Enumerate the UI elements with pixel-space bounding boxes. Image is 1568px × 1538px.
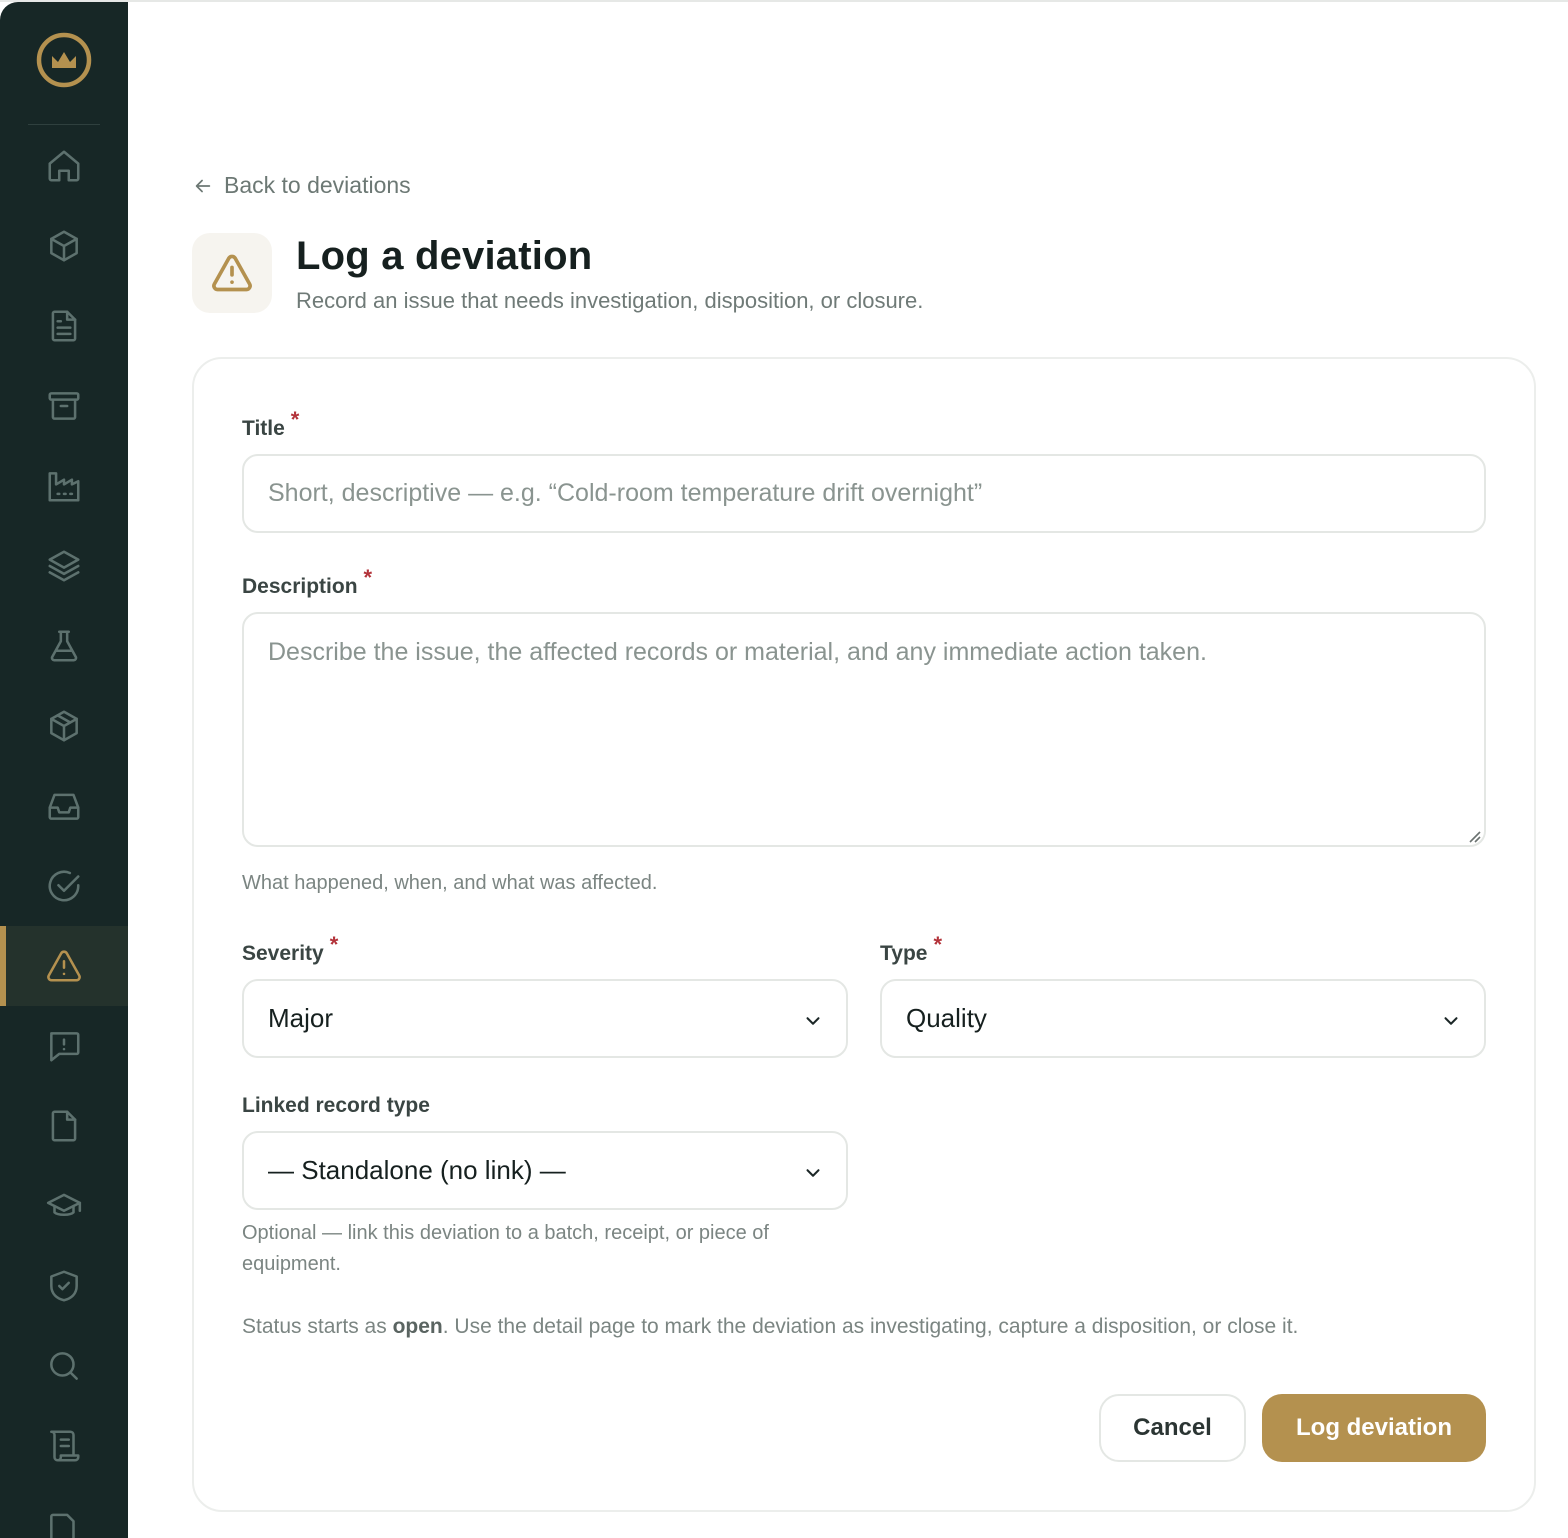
status-note: Status starts as open. Use the detail pa… [242, 1315, 1298, 1339]
status-note-prefix: Status starts as [242, 1315, 393, 1338]
inbox-icon [48, 793, 80, 820]
sidebar-item-home[interactable] [0, 126, 128, 206]
sidebar-item-archive[interactable] [0, 366, 128, 446]
sidebar-divider [28, 124, 100, 125]
sidebar-item-documents[interactable] [0, 286, 128, 366]
cancel-button[interactable]: Cancel [1099, 1394, 1246, 1462]
severity-label: Severity * [242, 932, 338, 966]
required-marker: * [363, 565, 373, 590]
title-input[interactable] [242, 454, 1486, 533]
type-selected-value: Quality [906, 1003, 987, 1033]
sidebar-item-search[interactable] [0, 1326, 128, 1406]
sidebar-item-lab[interactable] [0, 606, 128, 686]
crown-logo-icon[interactable] [36, 32, 92, 88]
layers-icon [48, 550, 80, 582]
sidebar-item-deviations[interactable] [0, 926, 128, 1006]
sidebar-item-manufacturing[interactable] [0, 446, 128, 526]
sidebar-item-approvals[interactable] [0, 846, 128, 926]
sidebar-item-layers[interactable] [0, 526, 128, 606]
back-link-label: Back to deviations [224, 172, 411, 198]
required-marker: * [290, 407, 300, 432]
chevron-down-icon [1440, 1008, 1462, 1030]
linked-record-selected-value: — Standalone (no link) — [268, 1155, 566, 1185]
linked-record-type-label: Linked record type [242, 1094, 430, 1117]
shield-check-icon [50, 1270, 78, 1302]
box-icon [50, 230, 78, 262]
status-note-suffix: . Use the detail page to mark the deviat… [442, 1315, 1299, 1338]
linked-record-type-select[interactable]: — Standalone (no link) — [242, 1131, 848, 1210]
severity-label-text: Severity [242, 942, 324, 965]
severity-selected-value: Major [268, 1003, 334, 1033]
sidebar-item-compliance[interactable] [0, 1246, 128, 1326]
warning-icon [47, 950, 81, 982]
sidebar-item-records[interactable] [0, 1406, 128, 1486]
linked-record-hint: Optional — link this deviation to a batc… [242, 1222, 769, 1275]
arrow-left-icon [195, 179, 211, 192]
sidebar-item-training[interactable] [0, 1166, 128, 1246]
page-subtitle: Record an issue that needs investigation… [296, 288, 924, 313]
required-marker: * [933, 932, 943, 957]
type-select[interactable]: Quality [880, 979, 1486, 1058]
scroll-icon [50, 1430, 80, 1462]
more-icon [50, 1513, 75, 1538]
home-icon [48, 150, 80, 182]
file-icon [51, 1110, 77, 1142]
sidebar-item-complaints[interactable] [0, 1006, 128, 1086]
sidebar [0, 2, 128, 1538]
check-circle-icon [48, 870, 80, 902]
sidebar-item-inbox[interactable] [0, 766, 128, 846]
archive-icon [48, 392, 80, 420]
sidebar-item-products[interactable] [0, 206, 128, 286]
warning-icon [212, 254, 252, 292]
page-title: Log a deviation [296, 234, 593, 278]
chevron-down-icon [802, 1160, 824, 1182]
log-deviation-button[interactable]: Log deviation [1262, 1394, 1486, 1462]
package-icon [50, 710, 78, 742]
sidebar-item-files[interactable] [0, 1086, 128, 1166]
required-marker: * [329, 932, 339, 957]
header-icon-container [192, 233, 272, 313]
type-label: Type * [880, 932, 942, 966]
document-icon [51, 310, 77, 342]
message-alert-icon [50, 1032, 80, 1062]
flask-icon [50, 630, 78, 662]
resize-handle-icon[interactable] [1466, 828, 1482, 844]
severity-select[interactable]: Major [242, 979, 848, 1058]
status-value: open [392, 1315, 443, 1338]
title-label: Title * [242, 407, 299, 441]
type-label-text: Type [880, 942, 928, 965]
sidebar-item-packages[interactable] [0, 686, 128, 766]
sidebar-item-more[interactable] [0, 1486, 128, 1538]
description-textarea[interactable] [242, 612, 1486, 847]
factory-icon [48, 472, 80, 502]
description-label-text: Description [242, 575, 358, 598]
back-to-deviations-link[interactable]: Back to deviations [192, 172, 411, 199]
chevron-down-icon [802, 1008, 824, 1030]
page: Back to deviations Log a deviation Recor… [0, 0, 1568, 1538]
graduation-cap-icon [46, 1193, 82, 1216]
title-label-text: Title [242, 417, 285, 440]
description-hint: What happened, when, and what was affect… [242, 872, 658, 894]
search-icon [50, 1352, 78, 1380]
description-label: Description * [242, 565, 372, 599]
